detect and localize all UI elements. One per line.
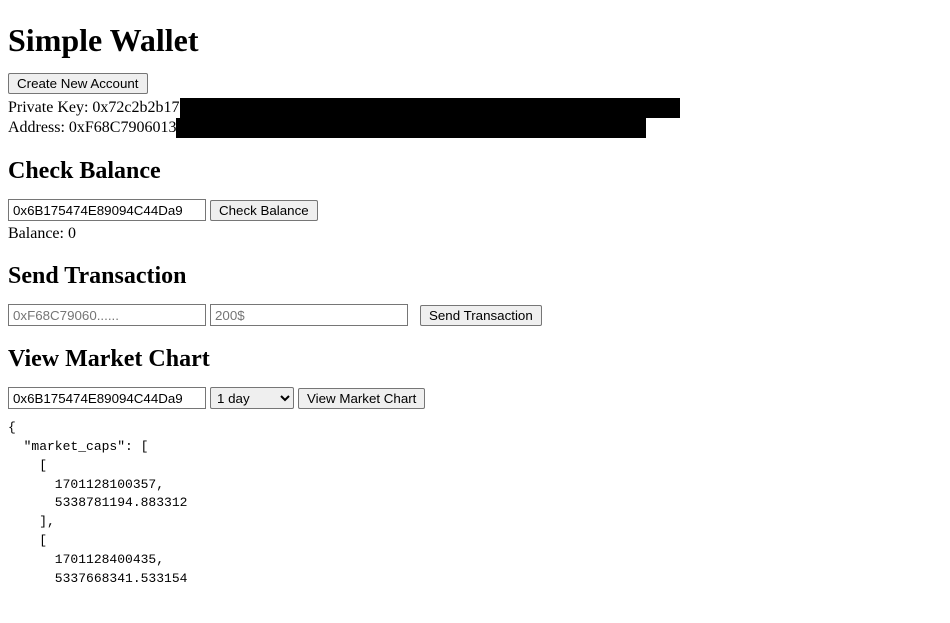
view-chart-button[interactable]: View Market Chart [298, 388, 425, 409]
private-key-label: Private Key: 0x72c2b2b17 [8, 99, 180, 116]
create-account-section: Create New Account Private Key: 0x72c2b2… [8, 73, 942, 138]
view-market-chart-heading: View Market Chart [8, 346, 942, 373]
chart-range-select[interactable]: 1 day [210, 387, 294, 409]
page-title: Simple Wallet [8, 22, 942, 59]
tx-address-input[interactable] [8, 304, 206, 326]
create-account-button[interactable]: Create New Account [8, 73, 148, 94]
chart-output: { "market_caps": [ [ 1701128100357, 5338… [8, 419, 942, 589]
balance-result: Balance: 0 [8, 225, 942, 243]
private-key-line: Private Key: 0x72c2b2b17 [8, 98, 942, 118]
check-balance-heading: Check Balance [8, 158, 942, 185]
chart-token-input[interactable] [8, 387, 206, 409]
balance-token-input[interactable] [8, 199, 206, 221]
send-transaction-button[interactable]: Send Transaction [420, 305, 542, 326]
send-transaction-heading: Send Transaction [8, 263, 942, 290]
check-balance-section: Check Balance Balance: 0 [8, 199, 942, 243]
check-balance-button[interactable]: Check Balance [210, 200, 318, 221]
address-redaction [176, 118, 646, 138]
address-line: Address: 0xF68C7906013 [8, 118, 942, 138]
view-market-chart-section: 1 day View Market Chart { "market_caps":… [8, 387, 942, 589]
address-label: Address: 0xF68C7906013 [8, 119, 176, 136]
send-transaction-section: Send Transaction [8, 304, 942, 326]
private-key-redaction [180, 98, 680, 118]
tx-amount-input[interactable] [210, 304, 408, 326]
